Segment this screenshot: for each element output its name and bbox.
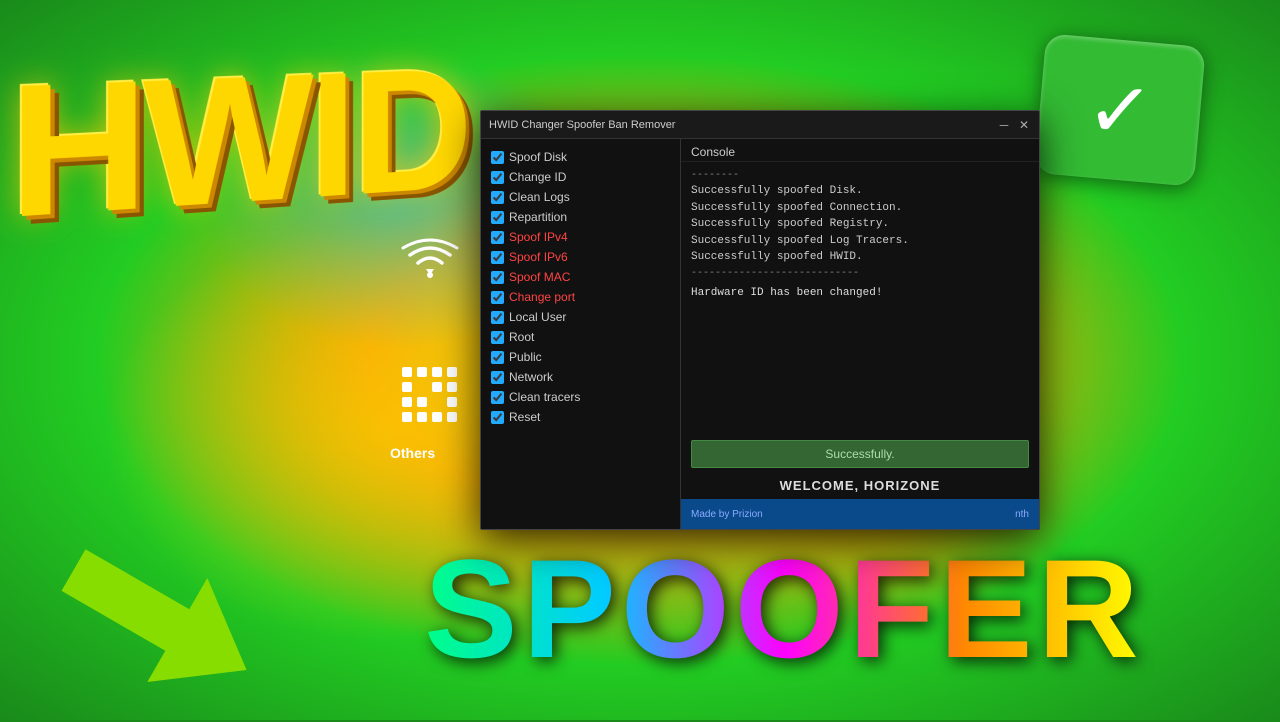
label-clean-logs: Clean Logs [509, 190, 570, 204]
checklist-item-reset[interactable]: Reset [485, 407, 676, 427]
checkbox-network[interactable] [491, 371, 504, 384]
made-by-text: Made by Prizion [691, 509, 763, 520]
checkbox-change-id[interactable] [491, 171, 504, 184]
checkbox-reset[interactable] [491, 411, 504, 424]
grid-dot [417, 367, 427, 377]
grid-dot [447, 382, 457, 392]
success-bar: Successfully. [691, 440, 1029, 468]
label-change-port: Change port [509, 290, 575, 304]
label-spoof-ipv6: Spoof IPv6 [509, 250, 568, 264]
label-reset: Reset [509, 410, 540, 424]
checkbox-clean-tracers[interactable] [491, 391, 504, 404]
grid-dots [402, 367, 459, 424]
minimize-button[interactable]: ─ [997, 118, 1011, 132]
wifi-icon [390, 220, 470, 300]
grid-dot [417, 382, 427, 392]
grid-dot [447, 397, 457, 407]
console-line-1: Successfully spoofed Disk. [691, 183, 1029, 200]
checkbox-clean-logs[interactable] [491, 191, 504, 204]
success-text: Successfully. [825, 447, 894, 461]
title-bar: HWID Changer Spoofer Ban Remover ─ ✕ [481, 111, 1039, 139]
grid-dot [432, 397, 442, 407]
checklist-item-repartition[interactable]: Repartition [485, 207, 676, 227]
checklist-panel: Spoof Disk Change ID Clean Logs Repartition… [481, 139, 681, 529]
console-title: Console [681, 139, 1039, 162]
label-change-id: Change ID [509, 170, 566, 184]
checkbox-spoof-mac[interactable] [491, 271, 504, 284]
label-spoof-mac: Spoof MAC [509, 270, 570, 284]
console-line-5: Successfully spoofed HWID. [691, 249, 1029, 266]
label-local-user: Local User [509, 310, 566, 324]
checkbox-spoof-ipv4[interactable] [491, 231, 504, 244]
label-public: Public [509, 350, 542, 364]
label-repartition: Repartition [509, 210, 567, 224]
label-network: Network [509, 370, 553, 384]
checklist-item-change-port[interactable]: Change port [485, 287, 676, 307]
console-output: -------- Successfully spoofed Disk. Succ… [681, 162, 1039, 436]
spoofer-title: SPOOFER [424, 528, 1144, 690]
grid-dot [432, 412, 442, 422]
grid-dot [447, 412, 457, 422]
grid-dot [447, 367, 457, 377]
checklist-item-spoof-ipv6[interactable]: Spoof IPv6 [485, 247, 676, 267]
checkbox-spoof-disk[interactable] [491, 151, 504, 164]
checkbox-spoof-ipv6[interactable] [491, 251, 504, 264]
check-badge: ✓ [1034, 33, 1206, 186]
checklist-item-spoof-mac[interactable]: Spoof MAC [485, 267, 676, 287]
label-root: Root [509, 330, 534, 344]
grid-dot [402, 412, 412, 422]
checklist-item-public[interactable]: Public [485, 347, 676, 367]
window-controls: ─ ✕ [997, 118, 1031, 132]
label-clean-tracers: Clean tracers [509, 390, 580, 404]
others-label: Others [390, 445, 435, 461]
checkbox-local-user[interactable] [491, 311, 504, 324]
grid-dot [402, 382, 412, 392]
checkbox-root[interactable] [491, 331, 504, 344]
app-body: Spoof Disk Change ID Clean Logs Repartition… [481, 139, 1039, 529]
grid-dot [402, 397, 412, 407]
label-spoof-disk: Spoof Disk [509, 150, 567, 164]
checklist-item-spoof-disk[interactable]: Spoof Disk [485, 147, 676, 167]
bottom-bar: Made by Prizion nth [681, 499, 1039, 529]
hwid-changed-text: Hardware ID has been changed! [691, 285, 1029, 302]
version-text: nth [1015, 509, 1029, 520]
console-line-3: Successfully spoofed Registry. [691, 216, 1029, 233]
checkbox-change-port[interactable] [491, 291, 504, 304]
console-line-2: Successfully spoofed Connection. [691, 200, 1029, 217]
checklist-item-clean-logs[interactable]: Clean Logs [485, 187, 676, 207]
grid-dot [432, 367, 442, 377]
checkbox-public[interactable] [491, 351, 504, 364]
checkmark-icon: ✓ [1083, 61, 1158, 159]
checklist-item-change-id[interactable]: Change ID [485, 167, 676, 187]
checklist-item-spoof-ipv4[interactable]: Spoof IPv4 [485, 227, 676, 247]
app-window: HWID Changer Spoofer Ban Remover ─ ✕ Spo… [480, 110, 1040, 530]
grid-dot [417, 397, 427, 407]
console-panel: Console -------- Successfully spoofed Di… [681, 139, 1039, 529]
console-divider-2: ---------------------------- [691, 266, 1029, 281]
grid-icon [395, 360, 465, 430]
console-line-4: Successfully spoofed Log Tracers. [691, 233, 1029, 250]
window-title: HWID Changer Spoofer Ban Remover [489, 119, 997, 131]
checklist-item-root[interactable]: Root [485, 327, 676, 347]
grid-dot [432, 382, 442, 392]
welcome-text: WELCOME, HORIZONE [681, 472, 1039, 499]
console-divider-top: -------- [691, 168, 1029, 183]
close-button[interactable]: ✕ [1017, 118, 1031, 132]
hwid-title: HWID [9, 43, 468, 248]
checklist-item-local-user[interactable]: Local User [485, 307, 676, 327]
checklist-item-network[interactable]: Network [485, 367, 676, 387]
label-spoof-ipv4: Spoof IPv4 [509, 230, 568, 244]
checklist-item-clean-tracers[interactable]: Clean tracers [485, 387, 676, 407]
grid-dot [417, 412, 427, 422]
checkbox-repartition[interactable] [491, 211, 504, 224]
grid-dot [402, 367, 412, 377]
